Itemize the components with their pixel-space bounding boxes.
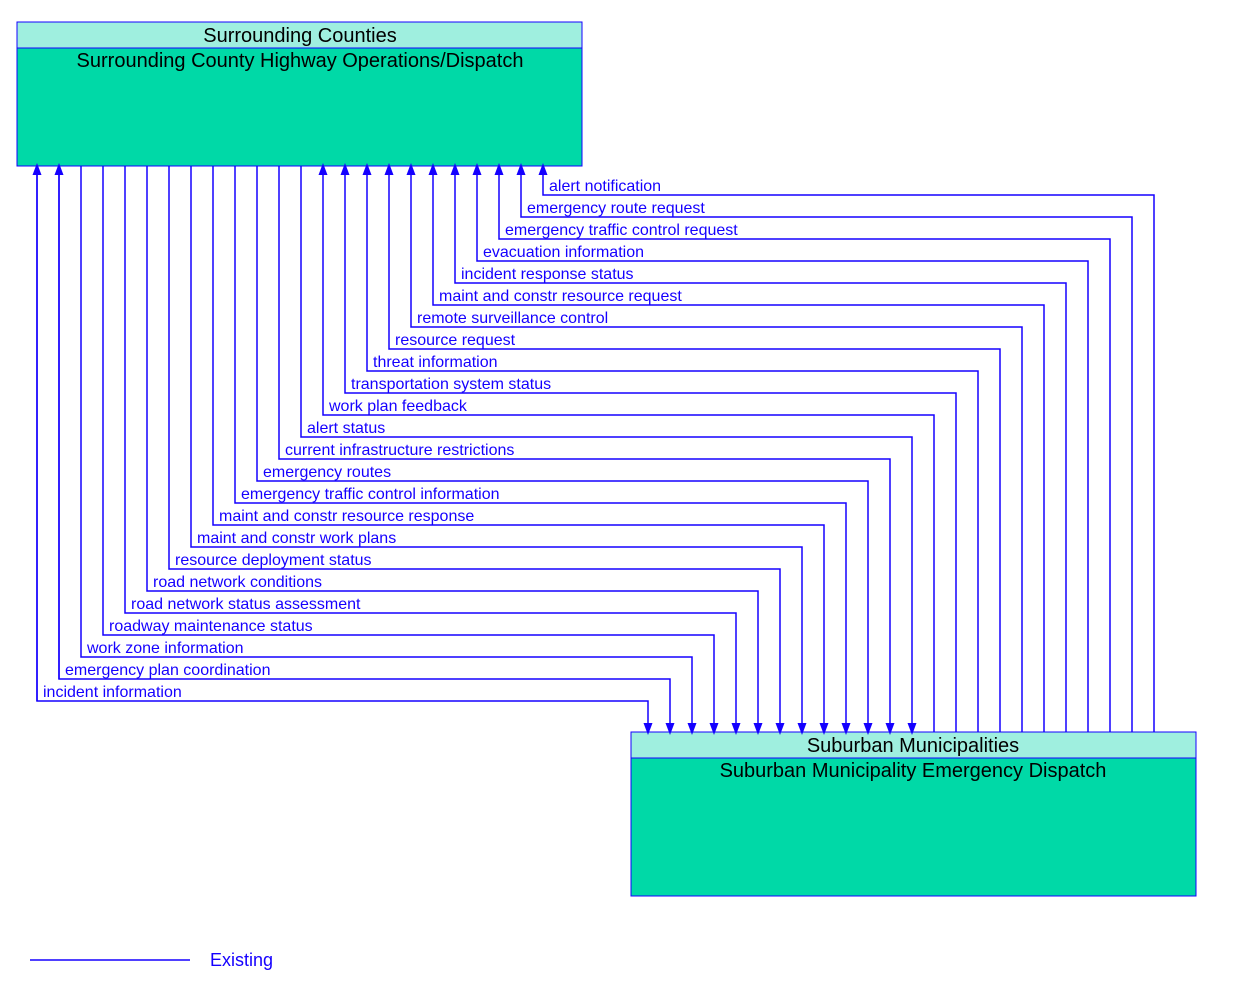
- flow-label: evacuation information: [483, 244, 644, 261]
- flow-label: maint and constr resource response: [219, 508, 474, 525]
- flow-label: road network conditions: [153, 574, 322, 591]
- flow-label: work plan feedback: [328, 398, 468, 415]
- flow-label: emergency routes: [263, 464, 391, 481]
- flow-label: road network status assessment: [131, 596, 361, 613]
- flow-label: current infrastructure restrictions: [285, 442, 514, 459]
- source-header: Surrounding Counties: [203, 25, 396, 47]
- flow-label: alert notification: [549, 178, 661, 195]
- flow-label: threat information: [373, 354, 498, 371]
- flow-label: alert status: [307, 420, 385, 437]
- flow-label: maint and constr work plans: [197, 530, 396, 547]
- flow-label: resource deployment status: [175, 552, 372, 569]
- flow-label: work zone information: [86, 640, 244, 657]
- legend-existing: Existing: [210, 950, 273, 970]
- flow-label: emergency route request: [527, 200, 705, 217]
- flow-label: emergency plan coordination: [65, 662, 270, 679]
- flow-label: transportation system status: [351, 376, 551, 393]
- source-entity: Surrounding Counties Surrounding County …: [17, 22, 582, 166]
- flow-label: emergency traffic control request: [505, 222, 738, 239]
- flow-label: maint and constr resource request: [439, 288, 682, 305]
- flow-diagram: Surrounding Counties Surrounding County …: [0, 0, 1245, 1003]
- source-body: Surrounding County Highway Operations/Di…: [77, 50, 524, 72]
- destination-body: Suburban Municipality Emergency Dispatch: [720, 760, 1107, 782]
- legend: Existing: [30, 950, 273, 970]
- flow-label: incident information: [43, 684, 182, 701]
- flow-label: emergency traffic control information: [241, 486, 499, 503]
- destination-header: Suburban Municipalities: [807, 735, 1019, 757]
- destination-entity: Suburban Municipalities Suburban Municip…: [631, 732, 1196, 896]
- flow-label: remote surveillance control: [417, 310, 608, 327]
- flow-label: resource request: [395, 332, 516, 349]
- flow-label: roadway maintenance status: [109, 618, 313, 635]
- flow-lines: alert notification emergency route reques…: [37, 166, 1154, 732]
- flow-label: incident response status: [461, 266, 634, 283]
